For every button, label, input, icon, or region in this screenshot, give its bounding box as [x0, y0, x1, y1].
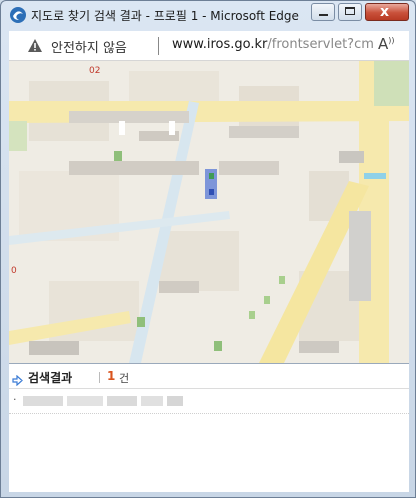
map-canvas: 0 02: [9, 61, 409, 363]
title-bar[interactable]: 지도로 찾기 검색 결과 - 프로필 1 - Microsoft Edge x: [1, 1, 415, 29]
svg-text:02: 02: [89, 66, 100, 76]
minimize-icon: [319, 14, 328, 16]
address-bar[interactable]: 안전하지 않음 www.iros.go.kr/frontservlet?cm..…: [9, 31, 409, 61]
close-icon: x: [380, 4, 390, 20]
warning-icon[interactable]: [27, 38, 43, 54]
security-status-label[interactable]: 안전하지 않음: [51, 37, 127, 56]
close-button[interactable]: x: [365, 3, 409, 21]
results-divider: [99, 372, 100, 383]
map-view[interactable]: 0 02: [9, 61, 409, 364]
page-content: 0 02 검색결과 1 건 ·: [9, 61, 409, 492]
redacted-result-text: [23, 396, 183, 406]
result-list-item[interactable]: ·: [9, 391, 409, 414]
maximize-icon: [345, 7, 355, 15]
window-title: 지도로 찾기 검색 결과 - 프로필 1 - Microsoft Edge: [31, 9, 299, 23]
results-count: 1: [107, 369, 116, 383]
read-aloud-icon[interactable]: A)): [378, 35, 395, 53]
results-title: 검색결과: [28, 371, 73, 385]
url-path: /frontservlet?cm...: [267, 37, 374, 52]
results-count-unit: 건: [119, 372, 130, 385]
url-host: www.iros.go.kr: [172, 37, 268, 52]
result-bullet: ·: [13, 393, 17, 406]
arrow-right-icon: [12, 371, 23, 387]
url-field[interactable]: www.iros.go.kr/frontservlet?cm...: [172, 37, 374, 52]
svg-text:0: 0: [11, 266, 17, 276]
address-divider: [158, 37, 159, 55]
browser-window: 지도로 찾기 검색 결과 - 프로필 1 - Microsoft Edge x …: [0, 0, 416, 498]
minimize-button[interactable]: [311, 3, 335, 21]
edge-app-icon: [9, 6, 27, 24]
maximize-button[interactable]: [338, 3, 362, 21]
results-header: 검색결과 1 건: [9, 366, 409, 389]
